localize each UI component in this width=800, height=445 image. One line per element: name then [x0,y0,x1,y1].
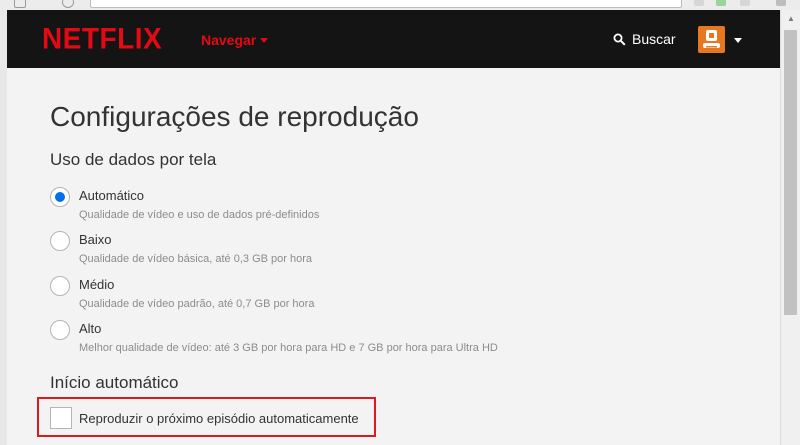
option-label[interactable]: Automático [79,188,144,203]
radio-medio[interactable] [50,276,70,296]
search-icon [613,33,626,46]
scrollbar-thumb[interactable] [784,30,797,315]
playback-settings-page: Configurações de reprodução Uso de dados… [7,68,780,445]
chevron-down-icon [260,38,269,43]
data-usage-heading: Uso de dados por tela [50,150,217,169]
autoplay-heading: Início automático [50,373,179,392]
radio-alto[interactable] [50,320,70,340]
option-label[interactable]: Baixo [79,232,112,247]
menu-icon[interactable] [776,0,786,6]
option-description: Qualidade de vídeo e uso de dados pré-de… [79,209,320,221]
search-button[interactable]: Buscar [613,31,676,47]
reload-icon[interactable] [62,0,74,8]
option-description: Qualidade de vídeo básica, até 0,3 GB po… [79,253,312,265]
extension-icon[interactable] [716,0,726,6]
browse-menu[interactable]: Navegar [201,32,269,48]
option-label[interactable]: Alto [79,321,101,336]
vertical-scrollbar[interactable]: ▲ [780,10,800,445]
autoplay-next-episode-label[interactable]: Reproduzir o próximo episódio automatica… [79,411,359,426]
radio-baixo[interactable] [50,231,70,251]
back-icon[interactable] [14,0,26,8]
option-label[interactable]: Médio [79,277,114,292]
extension-icon[interactable] [740,0,750,6]
search-label: Buscar [632,31,676,47]
profile-avatar-icon[interactable] [698,26,725,53]
scroll-up-icon[interactable]: ▲ [781,12,800,26]
option-description: Qualidade de vídeo padrão, até 0,7 GB po… [79,298,315,310]
address-bar[interactable] [90,0,682,8]
page-title: Configurações de reprodução [50,101,419,132]
autoplay-next-episode-checkbox[interactable] [50,407,72,429]
site-header: NETFLIX Navegar Buscar [7,10,780,68]
netflix-logo[interactable]: NETFLIX [42,22,162,56]
chevron-down-icon[interactable] [734,38,742,43]
option-description: Melhor qualidade de vídeo: até 3 GB por … [79,342,498,354]
extension-icon[interactable] [694,0,704,6]
browse-menu-label: Navegar [201,32,257,48]
radio-automatico[interactable] [50,187,70,207]
